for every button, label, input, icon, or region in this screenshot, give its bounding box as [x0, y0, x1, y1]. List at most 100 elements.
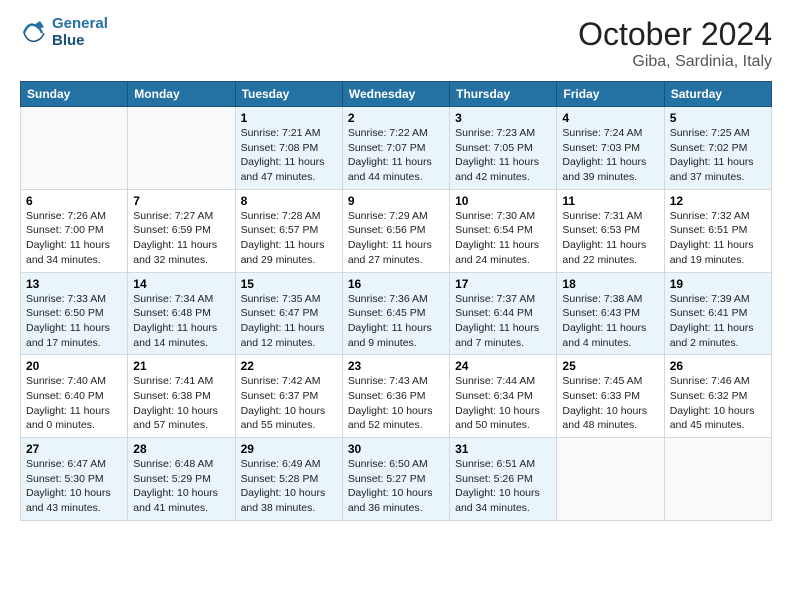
day-number: 5: [670, 111, 766, 125]
calendar-cell: 14Sunrise: 7:34 AMSunset: 6:48 PMDayligh…: [128, 272, 235, 355]
calendar-week-row: 6Sunrise: 7:26 AMSunset: 7:00 PMDaylight…: [21, 189, 772, 272]
calendar-cell: 25Sunrise: 7:45 AMSunset: 6:33 PMDayligh…: [557, 355, 664, 438]
day-number: 7: [133, 194, 229, 208]
calendar-cell: 17Sunrise: 7:37 AMSunset: 6:44 PMDayligh…: [450, 272, 557, 355]
logo: General Blue: [20, 16, 108, 49]
calendar-cell: 18Sunrise: 7:38 AMSunset: 6:43 PMDayligh…: [557, 272, 664, 355]
header: General Blue October 2024 Giba, Sardinia…: [20, 16, 772, 71]
calendar-cell: [664, 438, 771, 521]
day-info: Sunrise: 7:46 AMSunset: 6:32 PMDaylight:…: [670, 374, 766, 433]
calendar-cell: 21Sunrise: 7:41 AMSunset: 6:38 PMDayligh…: [128, 355, 235, 438]
calendar-cell: 2Sunrise: 7:22 AMSunset: 7:07 PMDaylight…: [342, 107, 449, 190]
day-number: 17: [455, 277, 551, 291]
day-info: Sunrise: 7:34 AMSunset: 6:48 PMDaylight:…: [133, 292, 229, 351]
day-info: Sunrise: 7:45 AMSunset: 6:33 PMDaylight:…: [562, 374, 658, 433]
calendar-cell: [128, 107, 235, 190]
day-number: 25: [562, 359, 658, 373]
day-number: 11: [562, 194, 658, 208]
calendar-cell: 12Sunrise: 7:32 AMSunset: 6:51 PMDayligh…: [664, 189, 771, 272]
day-info: Sunrise: 6:48 AMSunset: 5:29 PMDaylight:…: [133, 457, 229, 516]
weekday-header: Sunday: [21, 82, 128, 107]
calendar-cell: 19Sunrise: 7:39 AMSunset: 6:41 PMDayligh…: [664, 272, 771, 355]
day-info: Sunrise: 7:39 AMSunset: 6:41 PMDaylight:…: [670, 292, 766, 351]
weekday-header: Tuesday: [235, 82, 342, 107]
day-number: 30: [348, 442, 444, 456]
calendar-cell: [557, 438, 664, 521]
day-number: 26: [670, 359, 766, 373]
calendar-cell: 28Sunrise: 6:48 AMSunset: 5:29 PMDayligh…: [128, 438, 235, 521]
day-info: Sunrise: 7:22 AMSunset: 7:07 PMDaylight:…: [348, 126, 444, 185]
calendar-cell: 8Sunrise: 7:28 AMSunset: 6:57 PMDaylight…: [235, 189, 342, 272]
calendar-cell: 22Sunrise: 7:42 AMSunset: 6:37 PMDayligh…: [235, 355, 342, 438]
day-number: 24: [455, 359, 551, 373]
calendar-week-row: 13Sunrise: 7:33 AMSunset: 6:50 PMDayligh…: [21, 272, 772, 355]
calendar-cell: 9Sunrise: 7:29 AMSunset: 6:56 PMDaylight…: [342, 189, 449, 272]
calendar-cell: 23Sunrise: 7:43 AMSunset: 6:36 PMDayligh…: [342, 355, 449, 438]
day-number: 21: [133, 359, 229, 373]
calendar-week-row: 20Sunrise: 7:40 AMSunset: 6:40 PMDayligh…: [21, 355, 772, 438]
day-number: 18: [562, 277, 658, 291]
calendar-table: SundayMondayTuesdayWednesdayThursdayFrid…: [20, 81, 772, 521]
title-block: October 2024 Giba, Sardinia, Italy: [578, 16, 772, 71]
day-info: Sunrise: 6:49 AMSunset: 5:28 PMDaylight:…: [241, 457, 337, 516]
calendar-cell: 16Sunrise: 7:36 AMSunset: 6:45 PMDayligh…: [342, 272, 449, 355]
calendar-cell: 24Sunrise: 7:44 AMSunset: 6:34 PMDayligh…: [450, 355, 557, 438]
day-number: 28: [133, 442, 229, 456]
weekday-header: Monday: [128, 82, 235, 107]
logo-icon: [20, 19, 48, 47]
calendar-cell: 4Sunrise: 7:24 AMSunset: 7:03 PMDaylight…: [557, 107, 664, 190]
calendar-cell: 7Sunrise: 7:27 AMSunset: 6:59 PMDaylight…: [128, 189, 235, 272]
day-info: Sunrise: 7:28 AMSunset: 6:57 PMDaylight:…: [241, 209, 337, 268]
day-info: Sunrise: 7:23 AMSunset: 7:05 PMDaylight:…: [455, 126, 551, 185]
day-info: Sunrise: 7:36 AMSunset: 6:45 PMDaylight:…: [348, 292, 444, 351]
day-info: Sunrise: 7:33 AMSunset: 6:50 PMDaylight:…: [26, 292, 122, 351]
calendar-cell: 13Sunrise: 7:33 AMSunset: 6:50 PMDayligh…: [21, 272, 128, 355]
day-number: 31: [455, 442, 551, 456]
calendar-cell: 31Sunrise: 6:51 AMSunset: 5:26 PMDayligh…: [450, 438, 557, 521]
day-info: Sunrise: 7:24 AMSunset: 7:03 PMDaylight:…: [562, 126, 658, 185]
day-number: 14: [133, 277, 229, 291]
weekday-header: Friday: [557, 82, 664, 107]
calendar-week-row: 1Sunrise: 7:21 AMSunset: 7:08 PMDaylight…: [21, 107, 772, 190]
day-number: 9: [348, 194, 444, 208]
day-info: Sunrise: 7:42 AMSunset: 6:37 PMDaylight:…: [241, 374, 337, 433]
weekday-header: Saturday: [664, 82, 771, 107]
day-number: 10: [455, 194, 551, 208]
calendar-cell: 20Sunrise: 7:40 AMSunset: 6:40 PMDayligh…: [21, 355, 128, 438]
day-number: 1: [241, 111, 337, 125]
day-info: Sunrise: 7:30 AMSunset: 6:54 PMDaylight:…: [455, 209, 551, 268]
day-number: 6: [26, 194, 122, 208]
day-info: Sunrise: 7:21 AMSunset: 7:08 PMDaylight:…: [241, 126, 337, 185]
day-number: 20: [26, 359, 122, 373]
calendar-cell: 29Sunrise: 6:49 AMSunset: 5:28 PMDayligh…: [235, 438, 342, 521]
day-number: 4: [562, 111, 658, 125]
weekday-header: Wednesday: [342, 82, 449, 107]
calendar-cell: 3Sunrise: 7:23 AMSunset: 7:05 PMDaylight…: [450, 107, 557, 190]
page: General Blue October 2024 Giba, Sardinia…: [0, 0, 792, 612]
calendar-cell: 1Sunrise: 7:21 AMSunset: 7:08 PMDaylight…: [235, 107, 342, 190]
day-number: 23: [348, 359, 444, 373]
day-info: Sunrise: 7:43 AMSunset: 6:36 PMDaylight:…: [348, 374, 444, 433]
day-number: 22: [241, 359, 337, 373]
day-info: Sunrise: 7:25 AMSunset: 7:02 PMDaylight:…: [670, 126, 766, 185]
day-number: 2: [348, 111, 444, 125]
day-info: Sunrise: 7:26 AMSunset: 7:00 PMDaylight:…: [26, 209, 122, 268]
calendar-week-row: 27Sunrise: 6:47 AMSunset: 5:30 PMDayligh…: [21, 438, 772, 521]
logo-text: General Blue: [52, 16, 108, 49]
weekday-header: Thursday: [450, 82, 557, 107]
day-info: Sunrise: 6:50 AMSunset: 5:27 PMDaylight:…: [348, 457, 444, 516]
location-title: Giba, Sardinia, Italy: [578, 53, 772, 71]
day-info: Sunrise: 7:31 AMSunset: 6:53 PMDaylight:…: [562, 209, 658, 268]
calendar-cell: 30Sunrise: 6:50 AMSunset: 5:27 PMDayligh…: [342, 438, 449, 521]
day-info: Sunrise: 7:38 AMSunset: 6:43 PMDaylight:…: [562, 292, 658, 351]
calendar-cell: 10Sunrise: 7:30 AMSunset: 6:54 PMDayligh…: [450, 189, 557, 272]
day-info: Sunrise: 7:29 AMSunset: 6:56 PMDaylight:…: [348, 209, 444, 268]
header-row: SundayMondayTuesdayWednesdayThursdayFrid…: [21, 82, 772, 107]
month-title: October 2024: [578, 16, 772, 53]
day-info: Sunrise: 7:40 AMSunset: 6:40 PMDaylight:…: [26, 374, 122, 433]
calendar-cell: [21, 107, 128, 190]
day-number: 16: [348, 277, 444, 291]
day-number: 29: [241, 442, 337, 456]
day-info: Sunrise: 6:47 AMSunset: 5:30 PMDaylight:…: [26, 457, 122, 516]
day-info: Sunrise: 7:35 AMSunset: 6:47 PMDaylight:…: [241, 292, 337, 351]
